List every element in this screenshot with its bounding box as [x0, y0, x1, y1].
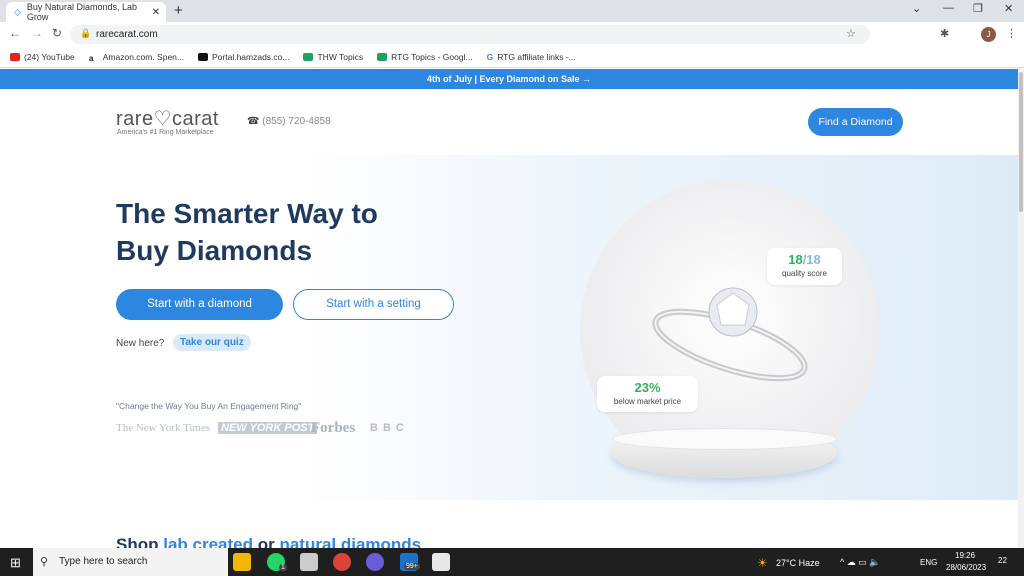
discount-label: below market price	[613, 397, 682, 406]
discount-value: 23%	[634, 380, 661, 395]
quality-score-max: /18	[802, 252, 821, 267]
promo-banner[interactable]: 4th of July | Every Diamond on Sale →	[0, 69, 1018, 89]
quality-score-label: quality score	[782, 269, 827, 278]
language-indicator[interactable]: ENG	[920, 558, 937, 567]
new-here-label: New here?	[116, 338, 165, 349]
bookmark-star-icon[interactable]: ☆	[846, 27, 856, 40]
extensions-icon[interactable]: ✱	[940, 27, 949, 40]
pedestal-top	[612, 428, 837, 450]
taskbar-search[interactable]: Type here to search	[33, 548, 228, 576]
clock-time[interactable]: 19:26	[955, 551, 975, 560]
file-explorer-icon[interactable]	[233, 553, 251, 571]
press-logo-nypost: NEW YORK POST	[218, 422, 318, 434]
search-icon: ⚲	[40, 556, 49, 568]
quality-score-bubble: 18/18 quality score	[767, 248, 842, 285]
press-logo-forbes: Forbes	[311, 420, 356, 436]
maximize-button[interactable]: ❐	[973, 2, 983, 15]
clock-app-icon[interactable]	[300, 553, 318, 571]
store-icon[interactable]	[432, 553, 450, 571]
chrome-icon[interactable]	[333, 553, 351, 571]
scrollbar-thumb[interactable]	[1019, 72, 1023, 212]
weather-icon: ☀	[757, 556, 768, 570]
start-with-diamond-button[interactable]: Start with a diamond	[116, 289, 283, 320]
tab-title: Buy Natural Diamonds, Lab Grow	[26, 2, 137, 22]
address-bar[interactable]: rarecarat.com	[70, 25, 870, 44]
forward-icon[interactable]: →	[31, 26, 43, 40]
close-tab-icon[interactable]: ✕	[152, 7, 160, 18]
copilot-icon[interactable]	[366, 553, 384, 571]
lock-icon: 🔒	[80, 28, 92, 38]
reload-icon[interactable]: ↻	[52, 26, 62, 40]
bookmark-amazon[interactable]: a Amazon.com. Spen...	[88, 52, 184, 63]
start-with-setting-button[interactable]: Start with a setting	[293, 289, 454, 320]
discount-bubble: 23% below market price	[597, 376, 698, 412]
profile-avatar[interactable]: J	[981, 27, 996, 42]
back-icon[interactable]: ←	[9, 26, 21, 40]
press-logo-nyt: The New York Times	[116, 422, 211, 434]
close-window-button[interactable]: ✕	[1004, 2, 1013, 15]
notifications-icon[interactable]: 22	[998, 556, 1007, 565]
mail-badge: 99+	[404, 563, 420, 570]
find-diamond-button[interactable]: Find a Diamond	[808, 108, 903, 136]
rare-carat-logo[interactable]: rare♡carat	[116, 106, 219, 131]
bookmark-youtube[interactable]: (24) YouTube	[10, 52, 75, 62]
windows-start-icon[interactable]: ⊞	[10, 555, 21, 571]
phone-icon: ☎	[247, 116, 260, 127]
system-tray-icons[interactable]: ^ ☁ ▭ 🔈	[840, 557, 880, 568]
press-quote: "Change the Way You Buy An Engagement Ri…	[116, 401, 302, 411]
whatsapp-badge: 1	[279, 564, 287, 571]
diamond-favicon-icon: ◇	[14, 6, 21, 17]
browser-tab[interactable]: ◇ Buy Natural Diamonds, Lab Grow ✕	[6, 2, 166, 22]
bookmark-portal[interactable]: Portal.hamzads.co...	[198, 52, 289, 62]
menu-icon[interactable]: ⋮	[1006, 27, 1017, 40]
press-logo-bbc: BBC	[370, 422, 409, 434]
bookmark-thw-topics[interactable]: THW Topics	[303, 52, 363, 62]
weather-text[interactable]: 27°C Haze	[776, 558, 820, 568]
take-quiz-link[interactable]: Take our quiz	[173, 334, 251, 351]
tab-search-icon[interactable]: ⌄	[912, 2, 921, 15]
clock-date[interactable]: 28/06/2023	[946, 563, 986, 572]
engagement-ring-image	[652, 287, 808, 382]
url-text: rarecarat.com	[96, 29, 158, 40]
minimize-button[interactable]: —	[943, 2, 954, 14]
phone-number[interactable]: ☎ (855) 720-4858	[247, 116, 331, 127]
quality-score-value: 18	[788, 252, 803, 267]
bookmark-rtg-affiliate[interactable]: G RTG affiliate links -...	[487, 52, 576, 62]
new-tab-button[interactable]: +	[174, 2, 183, 19]
bookmarks-bar: (24) YouTube a Amazon.com. Spen... Portal…	[0, 46, 1024, 68]
bookmark-rtg-topics[interactable]: RTG Topics - Googl...	[377, 52, 473, 62]
hero-title: The Smarter Way to Buy Diamonds	[116, 198, 378, 266]
logo-tagline: America's #1 Ring Marketplace	[117, 129, 214, 136]
